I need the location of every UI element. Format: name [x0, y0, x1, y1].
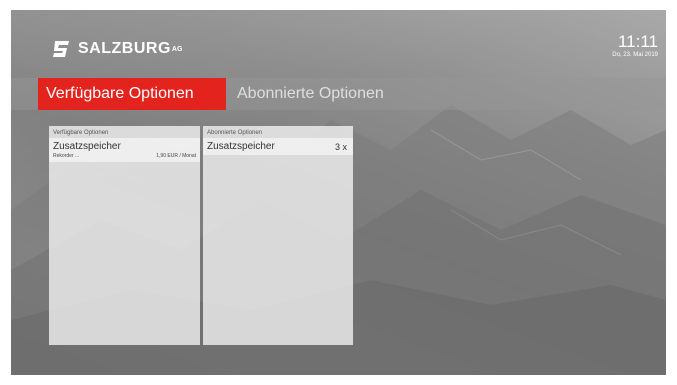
tab-available-options[interactable]: Verfügbare Optionen — [38, 78, 226, 110]
salzburg-logo-icon — [53, 41, 69, 57]
item-title: Zusatzspeicher — [207, 141, 275, 152]
subscribed-options-panel: Abonnierte Optionen Zusatzspeicher 3 x — [203, 126, 353, 345]
tv-screen: SALZBURG AG 11:11 Do, 23. Mai 2019 Verfü… — [11, 10, 666, 375]
brand-suffix: AG — [171, 45, 183, 53]
list-item[interactable]: Zusatzspeicher Rekorder ... 1,90 EUR / M… — [49, 138, 200, 162]
tab-subscribed-options[interactable]: Abonnierte Optionen — [229, 78, 392, 110]
tab-bar: Verfügbare Optionen Abonnierte Optionen — [11, 78, 666, 110]
clock: 11:11 Do, 23. Mai 2019 — [612, 32, 658, 59]
item-title: Zusatzspeicher — [53, 141, 121, 152]
clock-time: 11:11 — [617, 32, 658, 51]
list-item[interactable]: Zusatzspeicher 3 x — [203, 138, 353, 155]
item-details: Rekorder ... 1,90 EUR / Monat — [53, 153, 196, 159]
available-options-panel: Verfügbare Optionen Zusatzspeicher Rekor… — [49, 126, 200, 345]
clock-date: Do, 23. Mai 2019 — [612, 52, 658, 58]
panel-header: Abonnierte Optionen — [207, 130, 263, 136]
item-price: 1,90 EUR / Monat — [156, 153, 196, 159]
salzburg-ag-logo: SALZBURG AG — [51, 39, 182, 59]
item-quantity: 3 x — [334, 142, 347, 152]
item-subtitle: Rekorder ... — [53, 153, 80, 159]
brand-name: SALZBURG — [78, 40, 171, 57]
panel-header: Verfügbare Optionen — [53, 130, 109, 136]
